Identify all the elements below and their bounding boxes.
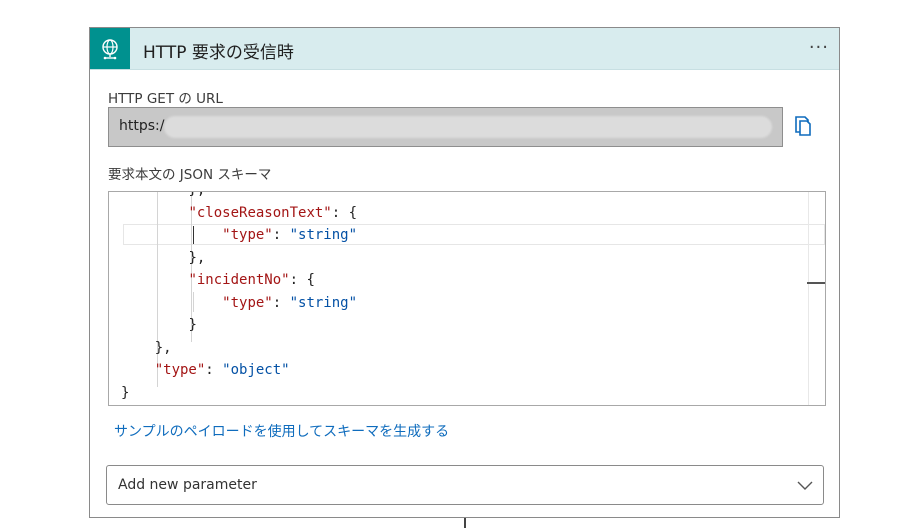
card-header[interactable]: HTTP 要求の受信時 ··· — [90, 28, 839, 70]
json-string-value: "object" — [222, 362, 290, 378]
json-punctuation: }, — [154, 339, 172, 356]
json-punctuation: : — [272, 227, 290, 243]
json-key: "type" — [222, 294, 273, 311]
json-schema-editor[interactable]: }, "closeReasonText": { "type": "string"… — [108, 191, 826, 406]
flow-connector — [464, 518, 466, 528]
url-label: HTTP GET の URL — [108, 91, 223, 107]
json-string-value: "string" — [289, 294, 358, 311]
code-line: } — [121, 314, 197, 336]
json-key: "type" — [154, 362, 206, 378]
code-line: } — [121, 382, 129, 404]
add-parameter-dropdown[interactable]: Add new parameter — [106, 465, 824, 505]
more-options-icon[interactable]: ··· — [809, 37, 829, 58]
http-trigger-card: HTTP 要求の受信時 ··· HTTP GET の URL https:/ 要… — [89, 27, 840, 518]
code-line: "type": "string" — [121, 292, 357, 314]
code-line: "type": "string" — [121, 224, 357, 246]
json-punctuation: } — [188, 317, 197, 333]
code-line: }, — [121, 192, 205, 201]
url-value: https:/ — [119, 118, 165, 134]
json-punctuation: }, — [188, 192, 205, 198]
overview-ruler — [808, 192, 809, 405]
code-line: }, — [121, 337, 172, 359]
json-string-value: "string" — [289, 227, 358, 243]
card-title: HTTP 要求の受信時 — [143, 43, 294, 63]
redacted-url — [164, 116, 772, 138]
json-punctuation: } — [121, 384, 130, 401]
json-punctuation: : — [272, 294, 290, 311]
add-parameter-placeholder: Add new parameter — [118, 477, 257, 493]
chevron-down-icon — [797, 481, 813, 490]
copy-icon[interactable] — [792, 114, 814, 138]
json-punctuation: : — [205, 362, 223, 378]
schema-label: 要求本文の JSON スキーマ — [108, 167, 272, 183]
url-field[interactable]: https:/ — [108, 107, 783, 147]
code-line: "closeReasonText": { — [121, 202, 357, 224]
json-key: "incidentNo" — [188, 272, 290, 288]
scrollbar-marker[interactable] — [807, 282, 825, 284]
code-line: "incidentNo": { — [121, 269, 315, 291]
json-key: "closeReasonText" — [188, 204, 332, 221]
json-key: "type" — [222, 227, 273, 243]
json-punctuation: : { — [331, 204, 358, 221]
code-line: "type": "object" — [121, 359, 290, 381]
json-punctuation: : { — [289, 272, 315, 288]
code-line: }, — [121, 247, 205, 269]
json-punctuation: }, — [188, 249, 206, 266]
globe-network-icon — [90, 28, 130, 69]
generate-schema-link[interactable]: サンプルのペイロードを使用してスキーマを生成する — [114, 421, 449, 441]
